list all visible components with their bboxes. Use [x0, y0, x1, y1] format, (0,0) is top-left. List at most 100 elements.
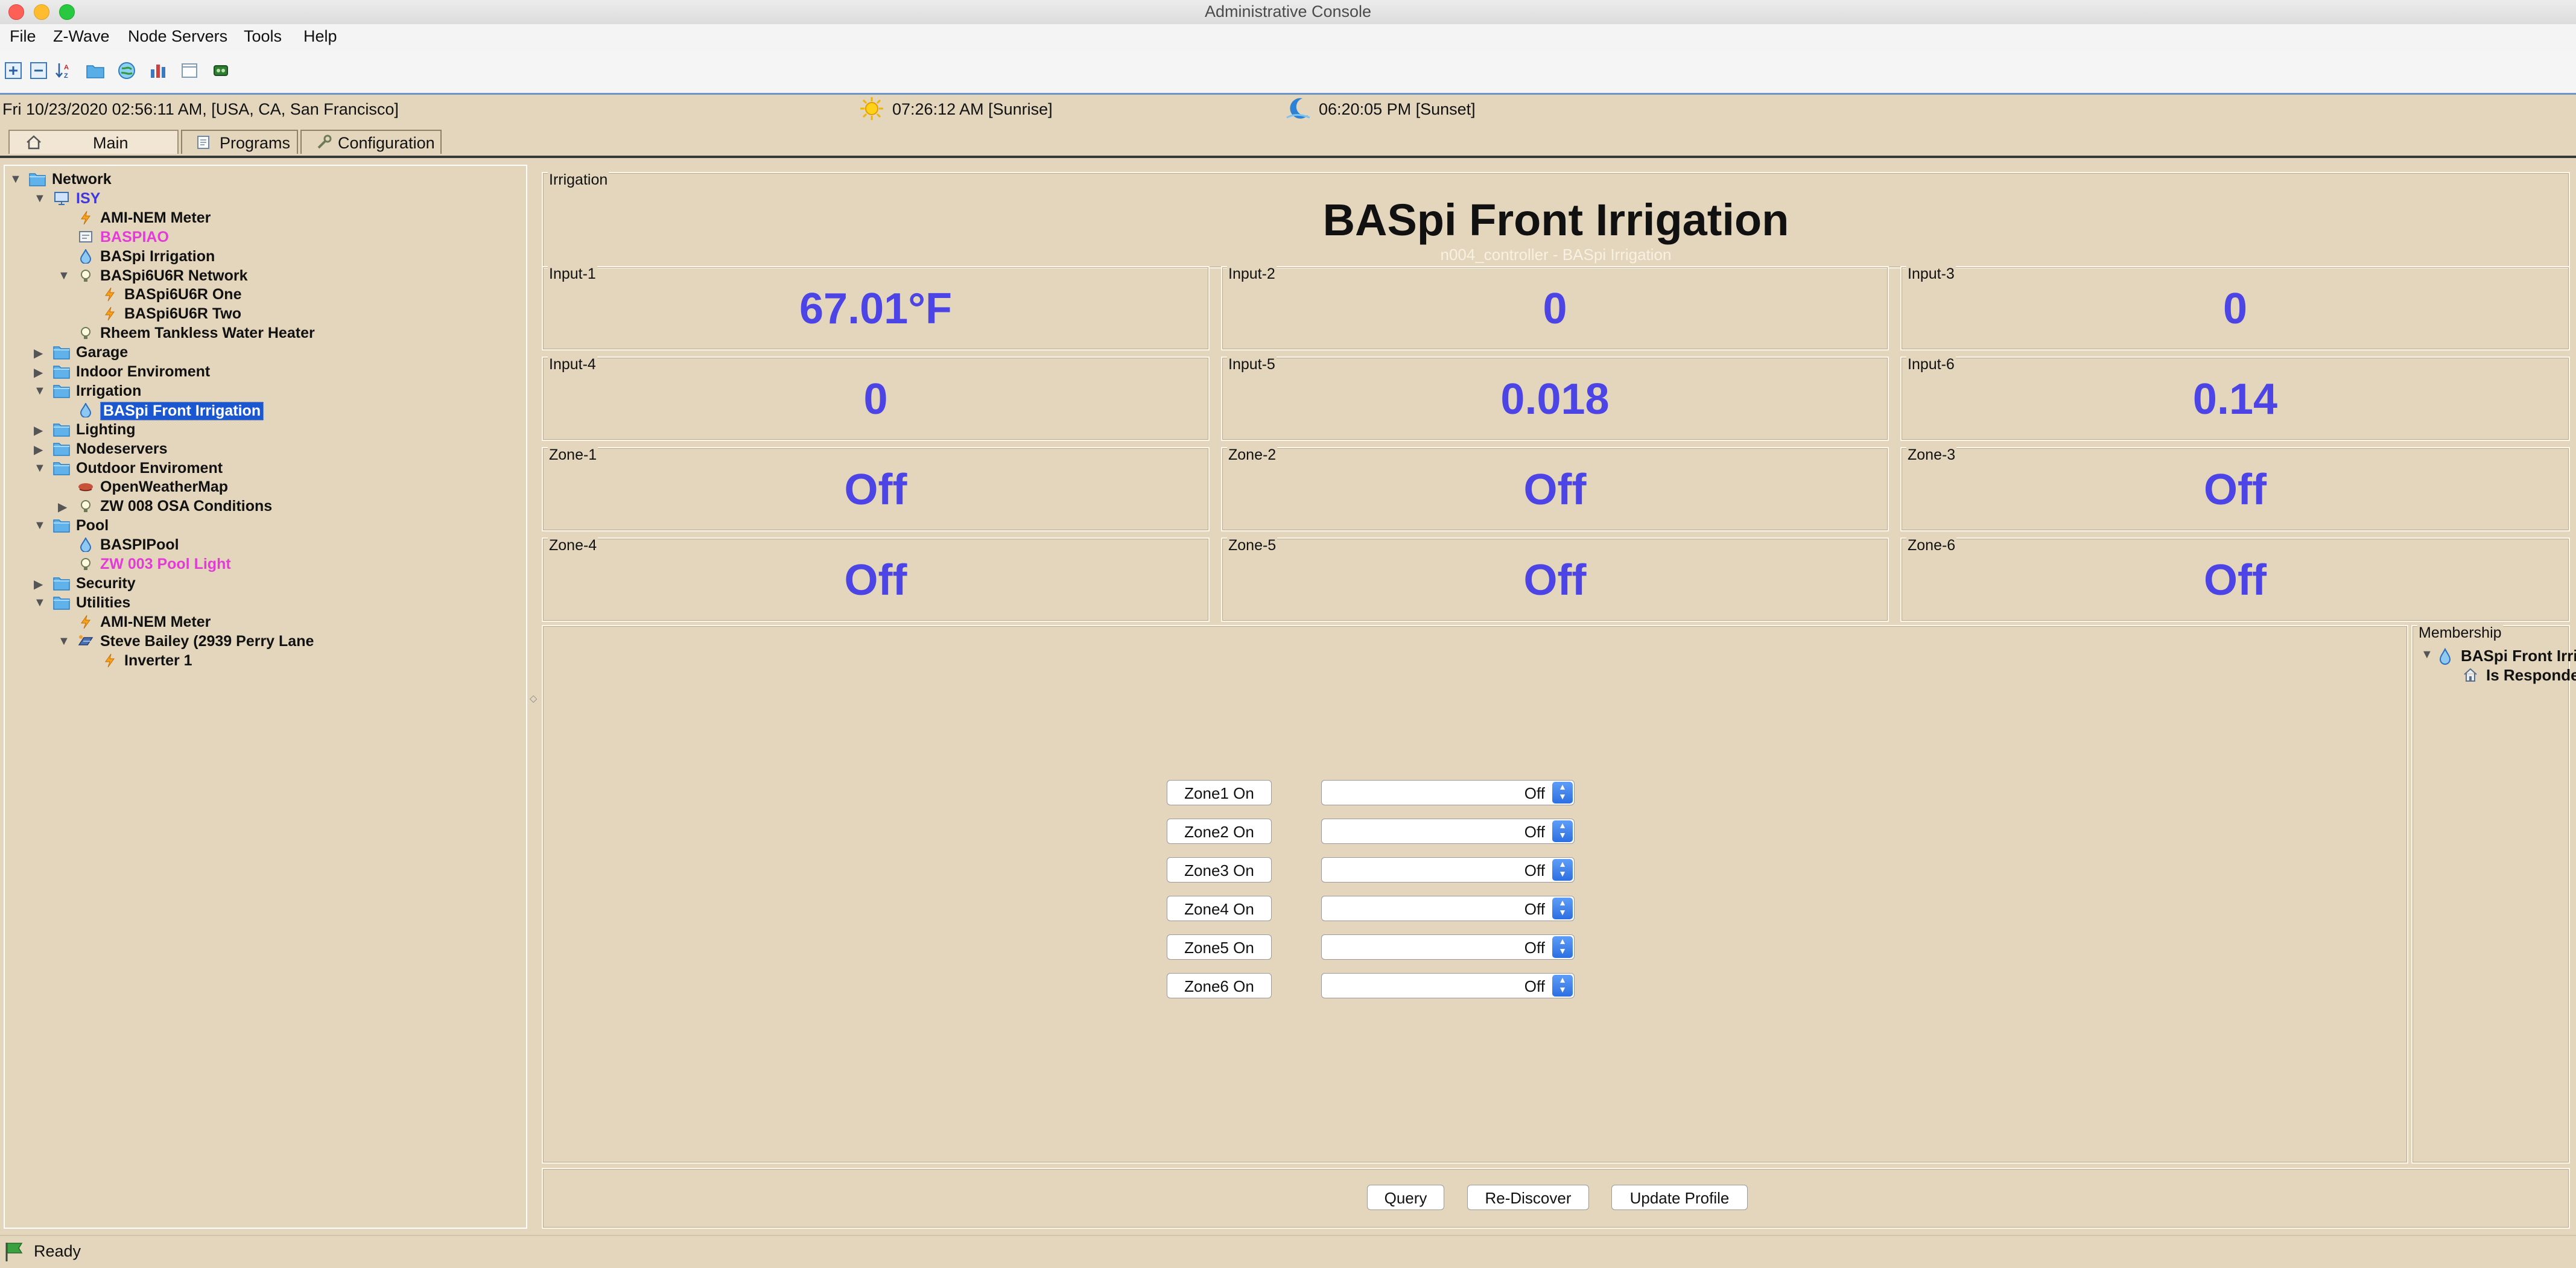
collapse-arrow-icon[interactable]: ▼ — [58, 269, 70, 283]
zone5-on-button[interactable]: Zone5 On — [1167, 934, 1272, 960]
collapse-arrow-icon[interactable]: ▼ — [10, 173, 22, 186]
value-cell-value: 0.14 — [2192, 375, 2278, 423]
sort-icon[interactable]: A Z — [54, 61, 74, 80]
select-value: Off — [1524, 823, 1545, 841]
zone4-on-button[interactable]: Zone4 On — [1167, 896, 1272, 921]
membership-relation: Is Responder to — [2486, 666, 2576, 684]
tree-node-label: Pool — [76, 517, 109, 534]
collapse-arrow-icon[interactable]: ▼ — [34, 461, 46, 475]
zone3-state-select[interactable]: Off ▲ ▼ — [1321, 857, 1575, 883]
value-cell-zone-4: Zone-4 Off — [542, 537, 1210, 622]
info-bar: Fri 10/23/2020 02:56:11 AM, [USA, CA, Sa… — [0, 95, 2576, 122]
value-cell-label: Zone-2 — [1227, 446, 1278, 464]
expand-arrow-icon[interactable]: ▶ — [34, 346, 43, 361]
value-cell-input-4: Input-4 0 — [542, 356, 1210, 441]
tab-programs[interactable]: Programs — [181, 130, 298, 154]
up-down-arrows-icon[interactable]: ▲ ▼ — [1552, 859, 1573, 881]
splitter-handle-icon[interactable]: ◇ — [530, 693, 537, 705]
up-down-arrows-icon[interactable]: ▲ ▼ — [1552, 898, 1573, 919]
status-text: Ready — [34, 1242, 81, 1260]
up-down-arrows-icon[interactable]: ▲ ▼ — [1552, 975, 1573, 997]
expand-arrow-icon[interactable]: ▶ — [34, 365, 43, 380]
svg-text:A: A — [64, 64, 69, 71]
tree-node-label: BASpi6U6R Network — [100, 267, 248, 284]
tree-node-label: ZW 003 Pool Light — [100, 556, 231, 572]
node-tree[interactable]: ▼ Network ▼ ISY AMI-NEM Meter BASPIAO BASpi Ir… — [4, 165, 527, 1229]
water-drop-icon — [77, 536, 94, 553]
collapse-arrow-icon[interactable]: ▼ — [34, 596, 46, 610]
tab-underline — [0, 156, 2576, 158]
expand-tree-icon[interactable] — [4, 61, 23, 80]
tab-main[interactable]: Main — [8, 130, 179, 154]
folder-icon — [53, 364, 70, 379]
select-value: Off — [1524, 939, 1545, 957]
folder-icon — [53, 345, 70, 360]
up-down-arrows-icon[interactable]: ▲ ▼ — [1552, 782, 1573, 804]
zone6-on-button[interactable]: Zone6 On — [1167, 973, 1272, 998]
membership-expand-arrow[interactable]: ▼ — [2421, 648, 2433, 662]
current-datetime: Fri 10/23/2020 02:56:11 AM, [USA, CA, Sa… — [2, 100, 399, 118]
collapse-arrow-icon[interactable]: ▼ — [34, 384, 46, 398]
tree-node-label: OpenWeatherMap — [100, 478, 229, 495]
svg-text:Z: Z — [64, 72, 68, 80]
zone1-on-button[interactable]: Zone1 On — [1167, 780, 1272, 805]
folder-icon — [53, 518, 70, 533]
zone3-on-button[interactable]: Zone3 On — [1167, 857, 1272, 883]
menu-help[interactable]: Help — [303, 27, 337, 46]
expand-arrow-icon[interactable]: ▶ — [58, 499, 67, 515]
value-cell-value: Off — [1523, 466, 1587, 514]
re-discover-button[interactable]: Re-Discover — [1467, 1185, 1589, 1210]
menu-z-wave[interactable]: Z-Wave — [53, 27, 110, 46]
open-folder-icon[interactable] — [86, 61, 105, 80]
zone1-state-select[interactable]: Off ▲ ▼ — [1321, 780, 1575, 805]
collapse-arrow-icon[interactable]: ▼ — [58, 635, 70, 648]
value-cell-input-1: Input-1 67.01°F — [542, 265, 1210, 350]
module-icon — [77, 230, 94, 244]
tab-configuration[interactable]: Configuration — [300, 130, 442, 154]
expand-arrow-icon[interactable]: ▶ — [34, 577, 43, 592]
collapse-arrow-icon[interactable]: ▼ — [34, 519, 46, 533]
value-cell-value: Off — [2204, 466, 2267, 514]
folder-icon — [53, 422, 70, 437]
network-globe-icon[interactable] — [117, 61, 136, 80]
up-down-arrows-icon[interactable]: ▲ ▼ — [1552, 936, 1573, 958]
value-cell-value: 0 — [2222, 285, 2248, 333]
up-down-arrows-icon[interactable]: ▲ ▼ — [1552, 820, 1573, 842]
zone6-state-select[interactable]: Off ▲ ▼ — [1321, 973, 1575, 998]
value-cell-value: 0 — [863, 375, 888, 423]
folder-icon — [53, 595, 70, 610]
menu-node-servers[interactable]: Node Servers — [128, 27, 227, 46]
value-cell-zone-3: Zone-3 Off — [1900, 446, 2570, 531]
query-button[interactable]: Query — [1367, 1185, 1444, 1210]
zone2-state-select[interactable]: Off ▲ ▼ — [1321, 819, 1575, 844]
menu-tools[interactable]: Tools — [244, 27, 282, 46]
expand-arrow-icon[interactable]: ▶ — [34, 423, 43, 438]
membership-node[interactable]: BASpi Front Irrigation — [2461, 647, 2576, 665]
collapse-arrow-icon[interactable]: ▼ — [34, 192, 46, 206]
zone4-state-select[interactable]: Off ▲ ▼ — [1321, 896, 1575, 921]
expand-arrow-icon[interactable]: ▶ — [34, 442, 43, 457]
tree-node-label: ISY — [76, 190, 101, 207]
update-profile-button[interactable]: Update Profile — [1611, 1185, 1748, 1210]
bar-chart-icon[interactable] — [148, 61, 168, 80]
water-drop-icon — [77, 402, 94, 418]
blank-page-icon[interactable] — [180, 61, 199, 80]
value-cell-value: 0 — [1543, 285, 1567, 333]
tree-node-label: Garage — [76, 344, 128, 361]
zone5-state-select[interactable]: Off ▲ ▼ — [1321, 934, 1575, 960]
collapse-tree-icon[interactable] — [29, 61, 48, 80]
value-cell-label: Input-3 — [1906, 265, 1956, 283]
computer-icon — [53, 191, 70, 206]
select-value: Off — [1524, 900, 1545, 918]
menu-file[interactable]: File — [10, 27, 36, 46]
header-group: Irrigation BASpi Front Irrigation n004_c… — [542, 171, 2570, 268]
status-bar: Ready — [0, 1235, 2576, 1268]
lightning-icon — [101, 653, 118, 668]
value-cell-label: Input-5 — [1227, 356, 1277, 373]
zone2-on-button[interactable]: Zone2 On — [1167, 819, 1272, 844]
value-cell-value: Off — [844, 466, 907, 514]
program-chip-icon[interactable] — [211, 61, 230, 80]
bulb-icon — [77, 268, 94, 283]
window-title: Administrative Console — [1204, 2, 1372, 21]
sunrise-time: 07:26:12 AM [Sunrise] — [892, 100, 1053, 118]
